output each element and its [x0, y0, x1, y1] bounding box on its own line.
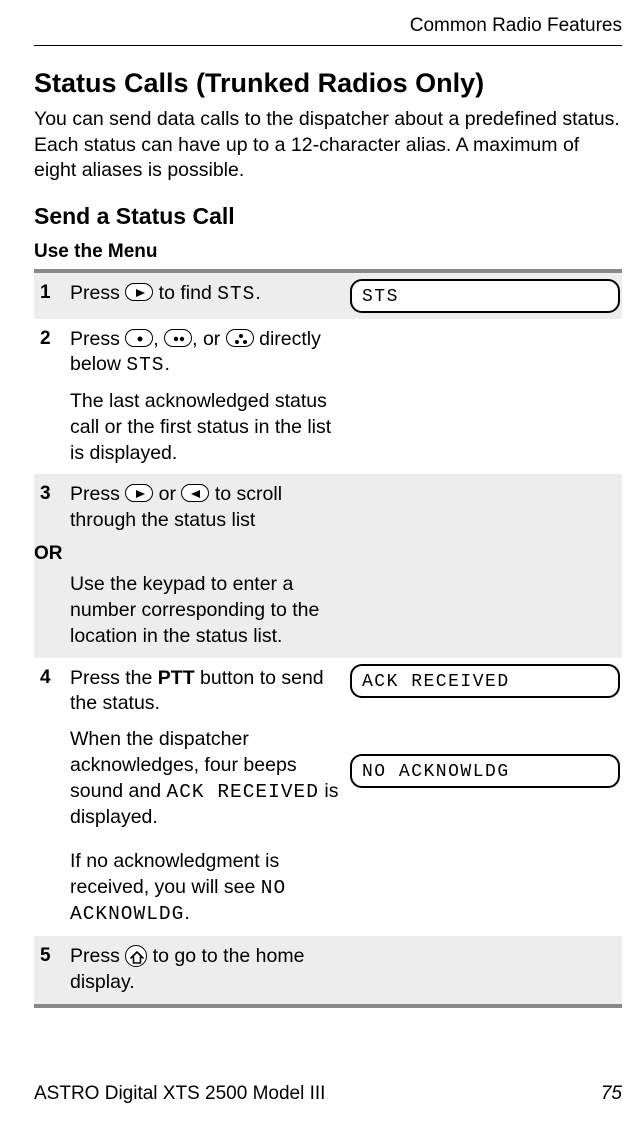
display-column: ACK RECEIVED NO ACKNOWLDG [348, 658, 622, 798]
step-number: 2 [34, 319, 66, 360]
mono-text: STS [217, 283, 255, 305]
intro-paragraph: You can send data calls to the dispatche… [34, 107, 622, 184]
lcd-display: ACK RECEIVED [350, 664, 620, 698]
text: . [255, 282, 260, 304]
section-heading: Send a Status Call [34, 202, 622, 232]
step-number: 1 [34, 273, 66, 314]
mono-text: STS [126, 354, 164, 376]
text: Press [70, 328, 125, 350]
step-number: 4 [34, 658, 66, 699]
display-column [348, 936, 622, 948]
text: to find [153, 282, 217, 304]
step-row: 4 Press the PTT button to send the statu… [34, 658, 622, 937]
display-column [348, 474, 622, 486]
lcd-display: NO ACKNOWLDG [350, 754, 620, 788]
running-header: Common Radio Features [34, 14, 622, 46]
step-row: 2 Press , , or directly below STS. The l… [34, 319, 622, 475]
display-column: STS [348, 273, 622, 319]
softkey-dot1-icon [125, 329, 153, 347]
mono-text: ACK RECEIVED [167, 781, 319, 803]
arrow-right-key-icon [125, 283, 153, 301]
step-row-or: OR [34, 536, 622, 573]
step-body: Press to go to the home display. [66, 936, 348, 1003]
step-body: Press or to scroll through the status li… [66, 474, 348, 535]
menu-heading: Use the Menu [34, 240, 622, 265]
page-title: Status Calls (Trunked Radios Only) [34, 66, 622, 101]
text: . [184, 902, 189, 924]
display-column [348, 572, 622, 584]
display-column [348, 319, 622, 331]
or-label: OR [34, 536, 66, 573]
home-key-icon [125, 945, 147, 967]
text: Use the keypad to enter a number corresp… [70, 572, 340, 649]
text: , [153, 328, 164, 350]
text: The last acknowledged status call or the… [70, 389, 340, 466]
footer-product: ASTRO Digital XTS 2500 Model III [34, 1082, 325, 1107]
step-body: Press the PTT button to send the status.… [66, 658, 348, 937]
step-row: 5 Press to go to the home display. [34, 936, 622, 1003]
text: or [153, 483, 181, 505]
step-body: Press , , or directly below STS. The las… [66, 319, 348, 475]
text: Press [70, 483, 125, 505]
ptt-label: PTT [158, 667, 195, 689]
step-number: 5 [34, 936, 66, 977]
text: Press [70, 282, 125, 304]
step-number: 3 [34, 474, 66, 515]
text: If no acknowledgment is received, you wi… [70, 850, 279, 898]
text: . [164, 353, 169, 375]
step-body: Use the keypad to enter a number corresp… [66, 572, 348, 657]
softkey-dot3-icon [226, 329, 254, 347]
page-footer: ASTRO Digital XTS 2500 Model III 75 [34, 1082, 622, 1107]
arrow-right-key-icon [125, 484, 153, 502]
steps-table: 1 Press to find STS. STS 2 Press , , or … [34, 269, 622, 1008]
step-row: 3 Press or to scroll through the status … [34, 474, 622, 535]
arrow-left-key-icon [181, 484, 209, 502]
softkey-dot2-icon [164, 329, 192, 347]
text: Press [70, 945, 125, 967]
text: Press the [70, 667, 158, 689]
footer-page-number: 75 [601, 1082, 622, 1107]
step-body: Press to find STS. [66, 273, 348, 316]
step-row: Use the keypad to enter a number corresp… [34, 572, 622, 657]
lcd-display: STS [350, 279, 620, 313]
text: , or [192, 328, 226, 350]
step-row: 1 Press to find STS. STS [34, 273, 622, 319]
